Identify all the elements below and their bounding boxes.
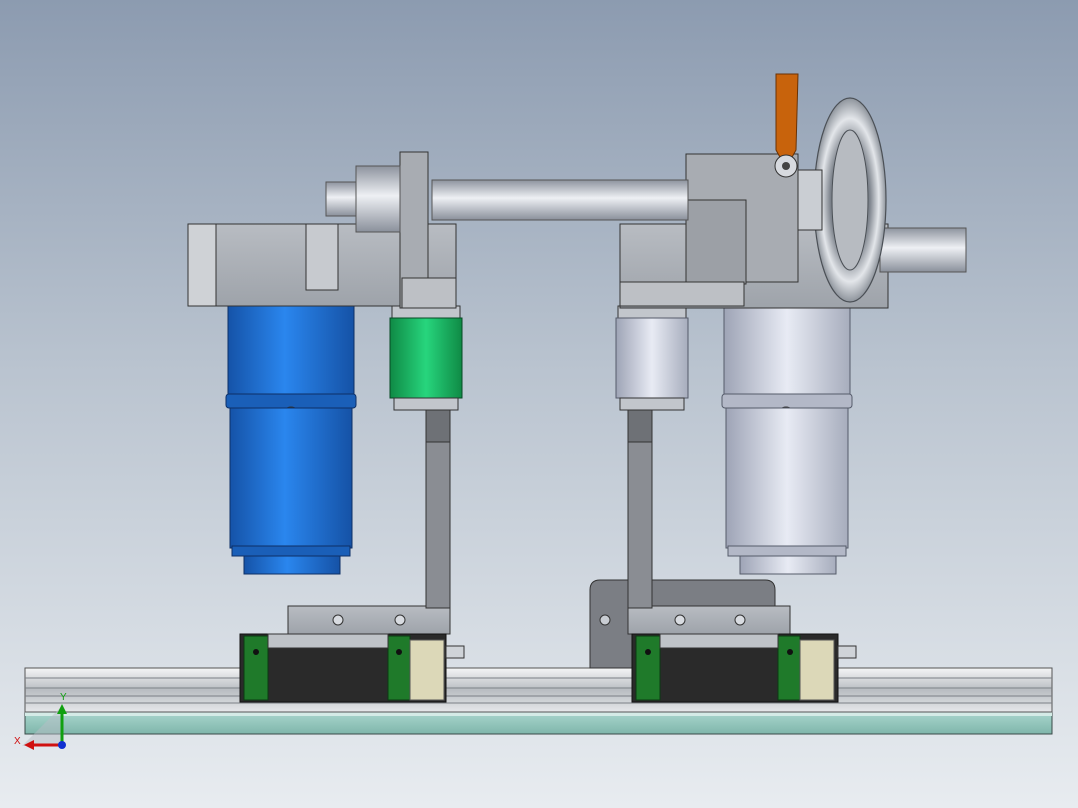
locking-lever[interactable]	[774, 73, 799, 178]
linear-guide-rail[interactable]	[24, 667, 1053, 713]
y-axis-label: Y	[60, 692, 67, 703]
vertical-arm-right[interactable]	[627, 407, 653, 609]
slider-block-right[interactable]	[627, 605, 857, 703]
blue-servo-motor[interactable]	[225, 305, 357, 575]
vertical-arm-left[interactable]	[425, 407, 451, 609]
x-axis-label: X	[14, 736, 21, 747]
slider-block-left[interactable]	[239, 605, 465, 703]
silver-coupling[interactable]	[615, 305, 689, 411]
silver-servo-motor[interactable]	[721, 305, 853, 575]
graphics-viewport[interactable]: X Y	[0, 0, 1078, 808]
gear-housing-left[interactable]	[187, 151, 457, 309]
green-coupling[interactable]	[389, 305, 463, 411]
base-plate[interactable]	[24, 711, 1053, 735]
cad-model-view[interactable]: X Y	[0, 0, 1078, 808]
